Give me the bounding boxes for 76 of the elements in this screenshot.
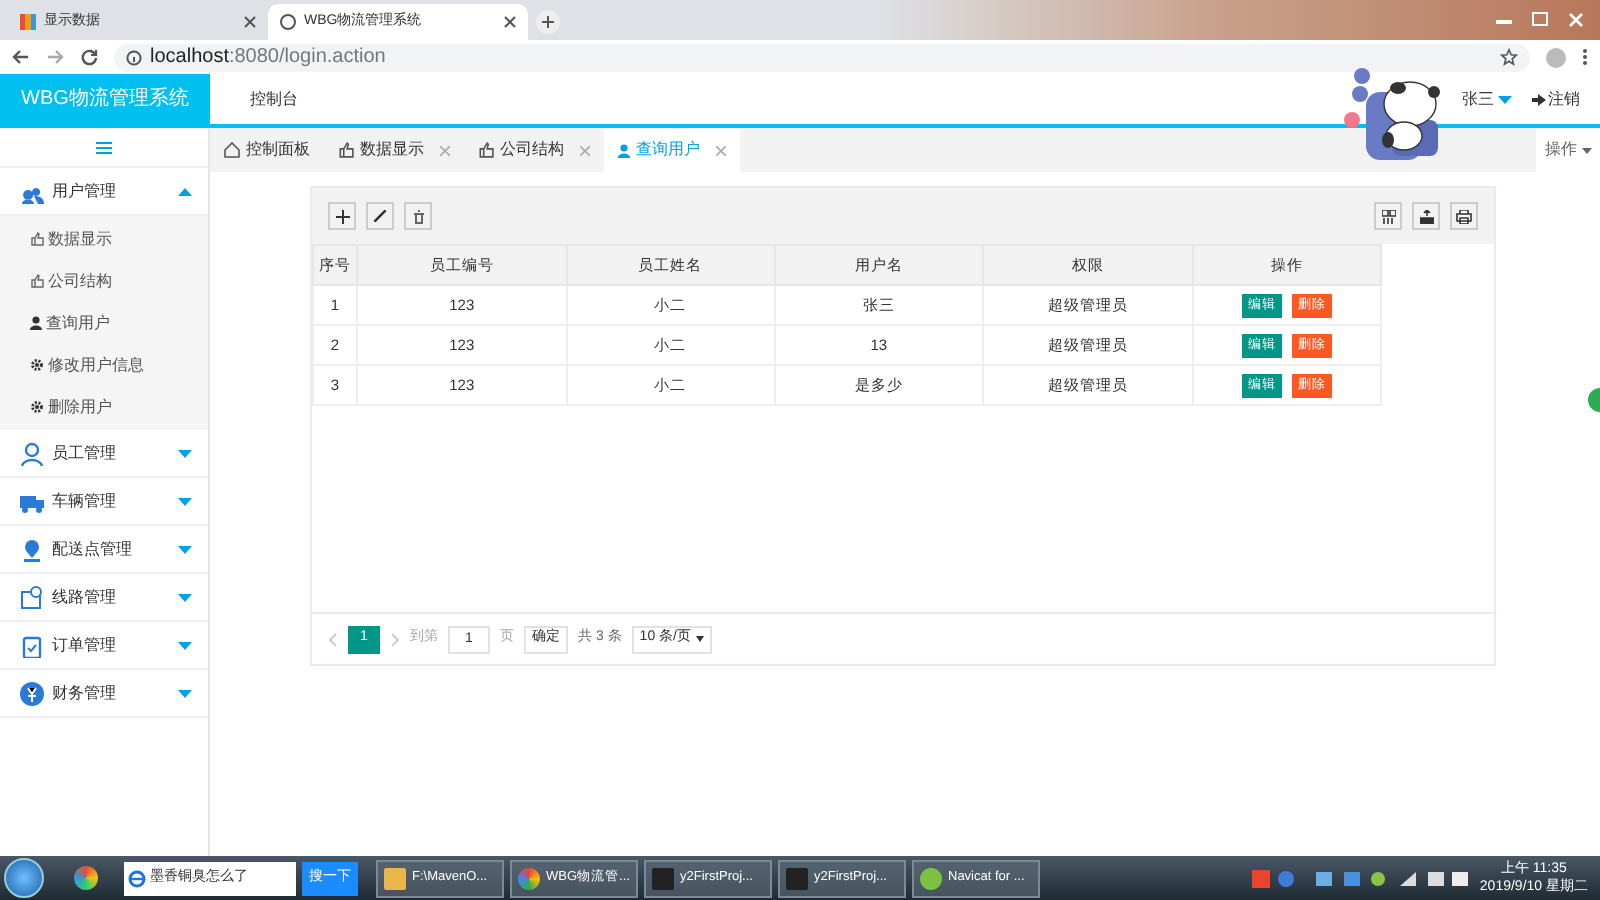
reload-icon[interactable] (80, 48, 98, 66)
close-icon[interactable] (504, 16, 516, 28)
browser-icon (128, 869, 146, 887)
menu-item-icon (20, 681, 44, 705)
caret-icon (1581, 147, 1591, 153)
plus-icon (335, 209, 349, 223)
menu-item-icon (20, 585, 44, 609)
app-icon (920, 867, 942, 889)
columns-button[interactable] (1374, 202, 1402, 230)
caret-icon (178, 449, 192, 457)
new-tab-icon[interactable] (536, 10, 560, 34)
caret-icon[interactable] (1498, 95, 1512, 103)
globe-icon (280, 14, 296, 30)
logout-link[interactable]: 注销 (1548, 87, 1580, 111)
submenu-item[interactable]: 公司结构 (48, 269, 112, 293)
thumb-icon (478, 142, 494, 158)
export-button[interactable] (1412, 202, 1440, 230)
nav-link[interactable]: 控制台 (250, 87, 298, 111)
app-icon (384, 867, 406, 889)
sidebar-menu-item[interactable]: 员工管理 (0, 430, 208, 478)
caret-icon (178, 689, 192, 697)
delete-button[interactable] (404, 202, 432, 230)
page-tab[interactable]: 公司结构 (464, 128, 604, 172)
page-tab[interactable]: 数据显示 (324, 128, 464, 172)
sidebar-menu-item[interactable]: 配送点管理 (0, 526, 208, 574)
logout-icon (1532, 93, 1546, 105)
menu-icon[interactable] (1582, 48, 1588, 66)
columns-icon (1381, 209, 1395, 223)
caret-icon (178, 545, 192, 553)
thumb-icon (338, 142, 354, 158)
edit-button[interactable] (366, 202, 394, 230)
caret-icon (178, 187, 192, 195)
submenu-item[interactable]: 数据显示 (48, 227, 112, 251)
pencil-icon (374, 210, 386, 222)
submenu-item[interactable]: 修改用户信息 (48, 353, 144, 377)
back-arrow-icon[interactable] (12, 48, 30, 66)
page-tab[interactable]: 控制面板 (210, 128, 324, 172)
app-icon[interactable] (74, 866, 98, 890)
tabs-menu-button[interactable]: 操作 (1536, 128, 1600, 172)
address-bar[interactable]: localhost:8080/login.action (114, 43, 1530, 71)
gear-icon (30, 400, 44, 414)
menu-item-icon (20, 633, 44, 657)
user-icon (30, 316, 42, 330)
start-button[interactable] (4, 858, 44, 898)
submenu-item[interactable]: 删除用户 (48, 395, 112, 419)
close-icon[interactable] (244, 16, 256, 28)
sidebar-menu-item[interactable]: 车辆管理 (0, 478, 208, 526)
thumb-icon (30, 232, 44, 246)
add-button[interactable] (328, 202, 356, 230)
menu-item-icon (20, 441, 44, 465)
caret-icon (178, 497, 192, 505)
sidebar-menu-item[interactable]: 订单管理 (0, 622, 208, 670)
export-icon (1419, 209, 1433, 223)
printer-icon (1456, 209, 1472, 223)
gear-icon (30, 358, 44, 372)
print-button[interactable] (1450, 202, 1478, 230)
caret-icon (696, 636, 705, 642)
caret-icon (178, 641, 192, 649)
brand-title: WBG物流管理系统 (0, 74, 210, 124)
submenu-item[interactable]: 查询用户 (46, 311, 110, 335)
app-icon (786, 867, 808, 889)
app-icon (518, 867, 540, 889)
sidebar-menu-item[interactable]: 线路管理 (0, 574, 208, 622)
thumb-icon (30, 274, 44, 288)
trash-icon (411, 209, 425, 223)
star-icon[interactable] (1500, 48, 1518, 66)
app-icon (652, 867, 674, 889)
maximize-icon[interactable] (1532, 12, 1548, 26)
bar-chart-icon (20, 14, 36, 30)
sidebar-menu-item[interactable]: 财务管理 (0, 670, 208, 718)
menu-item-icon (20, 537, 44, 561)
caret-icon (178, 593, 192, 601)
user-icon (618, 143, 630, 157)
info-icon (126, 49, 142, 65)
user-name[interactable]: 张三 (1462, 87, 1494, 111)
home-icon (224, 142, 240, 158)
